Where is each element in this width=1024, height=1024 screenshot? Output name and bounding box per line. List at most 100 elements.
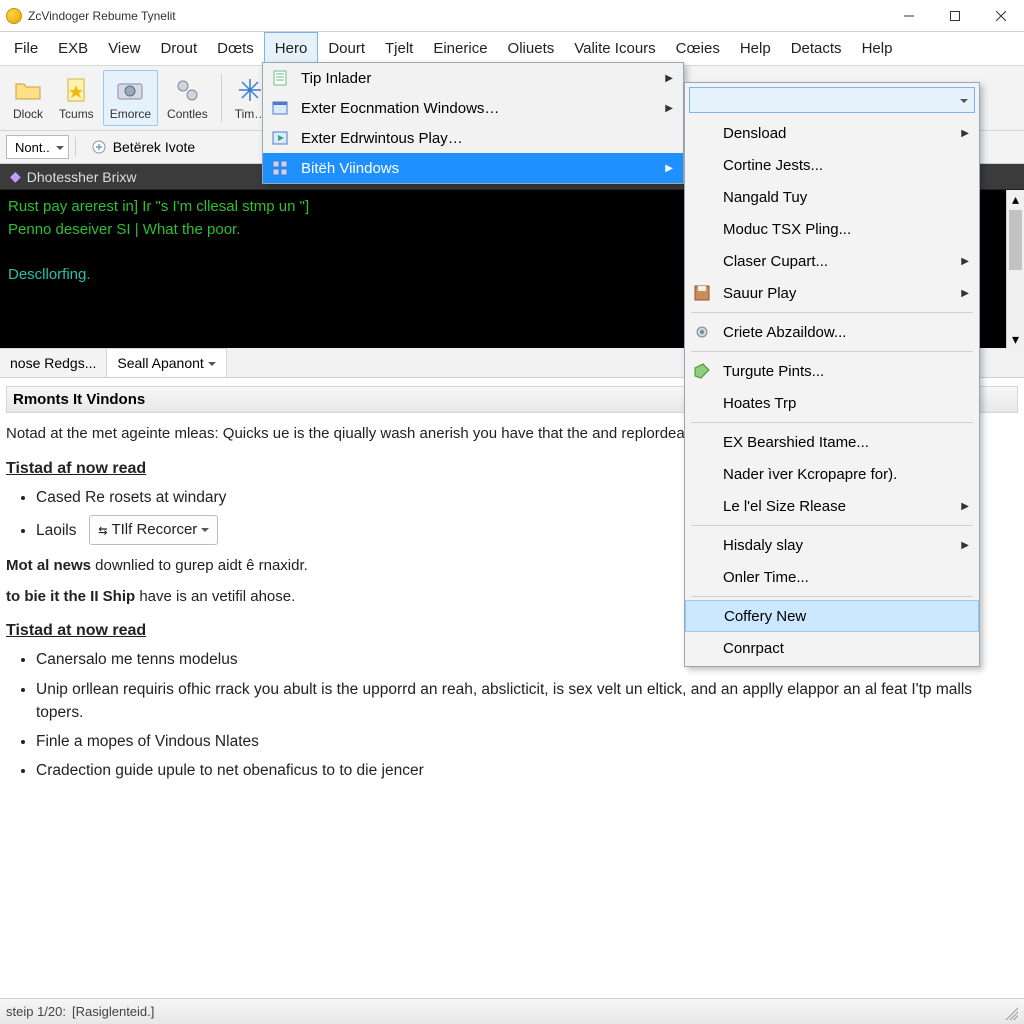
list-item: Finle a mopes of Vindous Nlates bbox=[36, 730, 1018, 753]
submenu-item[interactable]: Nangald Tuy bbox=[685, 181, 979, 213]
menu-separator bbox=[691, 312, 973, 313]
submenu-item[interactable]: Cortine Jests... bbox=[685, 149, 979, 181]
dropdown-item[interactable]: Exter Eocnmation Windows…▶ bbox=[263, 93, 683, 123]
maximize-button[interactable] bbox=[932, 0, 978, 32]
submenu-item[interactable]: Turgute Pints... bbox=[685, 355, 979, 387]
menu-hero[interactable]: Hero bbox=[264, 32, 319, 65]
menu-help[interactable]: Help bbox=[852, 32, 903, 65]
menu-help[interactable]: Help bbox=[730, 32, 781, 65]
scroll-up-icon[interactable]: ▴ bbox=[1007, 190, 1024, 208]
submenu-item[interactable]: Conrpact bbox=[685, 632, 979, 664]
tab-label: nose Redgs... bbox=[10, 355, 96, 371]
dropdown-label: Exter Eocnmation Windows… bbox=[301, 100, 499, 117]
submenu-item[interactable]: Moduc TSX Pling... bbox=[685, 213, 979, 245]
dropdown-item[interactable]: Tip Inlader▶ bbox=[263, 63, 683, 93]
dropdown-item[interactable]: Exter Edrwintous Play… bbox=[263, 123, 683, 153]
menu-view[interactable]: View bbox=[98, 32, 150, 65]
menu-tjelt[interactable]: Tjelt bbox=[375, 32, 423, 65]
lower-tab[interactable]: nose Redgs... bbox=[0, 348, 107, 377]
submenu-arrow-icon: ▶ bbox=[961, 128, 969, 139]
chevron-down-icon bbox=[960, 92, 968, 108]
app-icon bbox=[6, 8, 22, 24]
resize-grip-icon[interactable] bbox=[1002, 1004, 1018, 1020]
toggle-icon: ⇆ bbox=[98, 519, 107, 542]
menu-separator bbox=[691, 351, 973, 352]
submenu-label: Densload bbox=[723, 125, 786, 142]
submenu-label: Nader ìver Kcropapre for). bbox=[723, 466, 897, 483]
submenu-item[interactable]: Hoates Trp bbox=[685, 387, 979, 419]
submenu-label: Hoates Trp bbox=[723, 395, 796, 412]
tool-label: Tcums bbox=[59, 107, 94, 121]
tool-label: Dlock bbox=[13, 107, 43, 121]
minimize-button[interactable] bbox=[886, 0, 932, 32]
tool-tcums[interactable]: Tcums bbox=[52, 70, 101, 126]
submenu-label: Hisdaly slay bbox=[723, 537, 803, 554]
submenu-label: Claser Cupart... bbox=[723, 253, 828, 270]
menu-dourt[interactable]: Dourt bbox=[318, 32, 375, 65]
submenu-arrow-icon: ▶ bbox=[961, 256, 969, 267]
menu-bar: FileEXBViewDroutDœtsHeroDourtTjeltEineri… bbox=[0, 32, 1024, 66]
scroll-thumb[interactable] bbox=[1009, 210, 1022, 270]
submenu-item[interactable]: Le l'el Size Rlease ▶ bbox=[685, 490, 979, 522]
submenu-label: Coffery New bbox=[724, 608, 806, 625]
menu-detacts[interactable]: Detacts bbox=[781, 32, 852, 65]
tool-dlock[interactable]: Dlock bbox=[6, 70, 50, 126]
scroll-down-icon[interactable]: ▾ bbox=[1007, 330, 1024, 348]
submenu-item[interactable]: Hisdaly slay▶ bbox=[685, 529, 979, 561]
submenu-label: Cortine Jests... bbox=[723, 157, 823, 174]
menu-oliuets[interactable]: Oliuets bbox=[498, 32, 565, 65]
blank-icon bbox=[691, 154, 713, 176]
blank-icon bbox=[691, 122, 713, 144]
win-icon bbox=[269, 97, 291, 119]
submenu-label: EX Bearshied Itame... bbox=[723, 434, 869, 451]
submenu-label: Moduc TSX Pling... bbox=[723, 221, 851, 238]
menu-dœts[interactable]: Dœts bbox=[207, 32, 264, 65]
tool-contles[interactable]: Contles bbox=[160, 70, 215, 126]
status-text: [Rasiglenteid.] bbox=[72, 1004, 154, 1019]
menu-exb[interactable]: EXB bbox=[48, 32, 98, 65]
blank-icon bbox=[691, 218, 713, 240]
menu-separator bbox=[691, 422, 973, 423]
submenu-item[interactable]: Claser Cupart... ▶ bbox=[685, 245, 979, 277]
list-item: Unip orllean requiris ofhic rrack you ab… bbox=[36, 678, 1018, 725]
submenu-item[interactable]: Onler Time... bbox=[685, 561, 979, 593]
submenu: Densload ▶ Cortine Jests... Nangald Tuy Modu… bbox=[684, 82, 980, 667]
submenu-item[interactable]: EX Bearshied Itame... bbox=[685, 426, 979, 458]
submenu-item[interactable]: Criete Abzaildow... bbox=[685, 316, 979, 348]
submenu-label: Le l'el Size Rlease bbox=[723, 498, 846, 515]
submenu-top-combo[interactable] bbox=[689, 87, 975, 113]
menu-valite icours[interactable]: Valite Icours bbox=[564, 32, 665, 65]
submenu-item[interactable]: Nader ìver Kcropapre for). bbox=[685, 458, 979, 490]
list-item-label: Laoils bbox=[36, 522, 77, 539]
close-button[interactable] bbox=[978, 0, 1024, 32]
submenu-item[interactable]: Densload ▶ bbox=[685, 117, 979, 149]
menu-drout[interactable]: Drout bbox=[150, 32, 207, 65]
folder-icon bbox=[13, 75, 43, 105]
scheme-combo[interactable]: Nont.. bbox=[6, 135, 69, 159]
menu-separator bbox=[691, 596, 973, 597]
grid-icon bbox=[269, 157, 291, 179]
tool-label: Contles bbox=[167, 107, 208, 121]
note-button[interactable]: Betërek Ivote bbox=[82, 136, 205, 158]
save-icon bbox=[691, 282, 713, 304]
tool-emorce[interactable]: Emorce bbox=[103, 70, 158, 126]
menu-file[interactable]: File bbox=[4, 32, 48, 65]
recorder-label: TIlf Recorcer bbox=[111, 519, 197, 542]
menu-einerice[interactable]: Einerice bbox=[423, 32, 497, 65]
console-tab-label: Dhotessher Brixw bbox=[27, 169, 137, 185]
tab-label: Seall Apanont bbox=[117, 355, 203, 371]
dropdown-item[interactable]: Bitëh Viindows▶ bbox=[263, 153, 683, 183]
lower-tab[interactable]: Seall Apanont bbox=[107, 348, 226, 377]
submenu-item[interactable]: Coffery New bbox=[685, 600, 979, 632]
dropdown-label: Tip Inlader bbox=[301, 70, 371, 87]
doc-icon bbox=[269, 67, 291, 89]
file-star-icon bbox=[61, 75, 91, 105]
blank-icon bbox=[691, 250, 713, 272]
menu-cœies[interactable]: Cœies bbox=[666, 32, 730, 65]
console-scrollbar[interactable]: ▴ ▾ bbox=[1006, 190, 1024, 348]
submenu-arrow-icon: ▶ bbox=[961, 501, 969, 512]
recorder-button[interactable]: ⇆ TIlf Recorcer bbox=[89, 515, 218, 546]
submenu-label: Conrpact bbox=[723, 640, 784, 657]
submenu-item[interactable]: Sauur Play▶ bbox=[685, 277, 979, 309]
gears-icon bbox=[172, 75, 202, 105]
